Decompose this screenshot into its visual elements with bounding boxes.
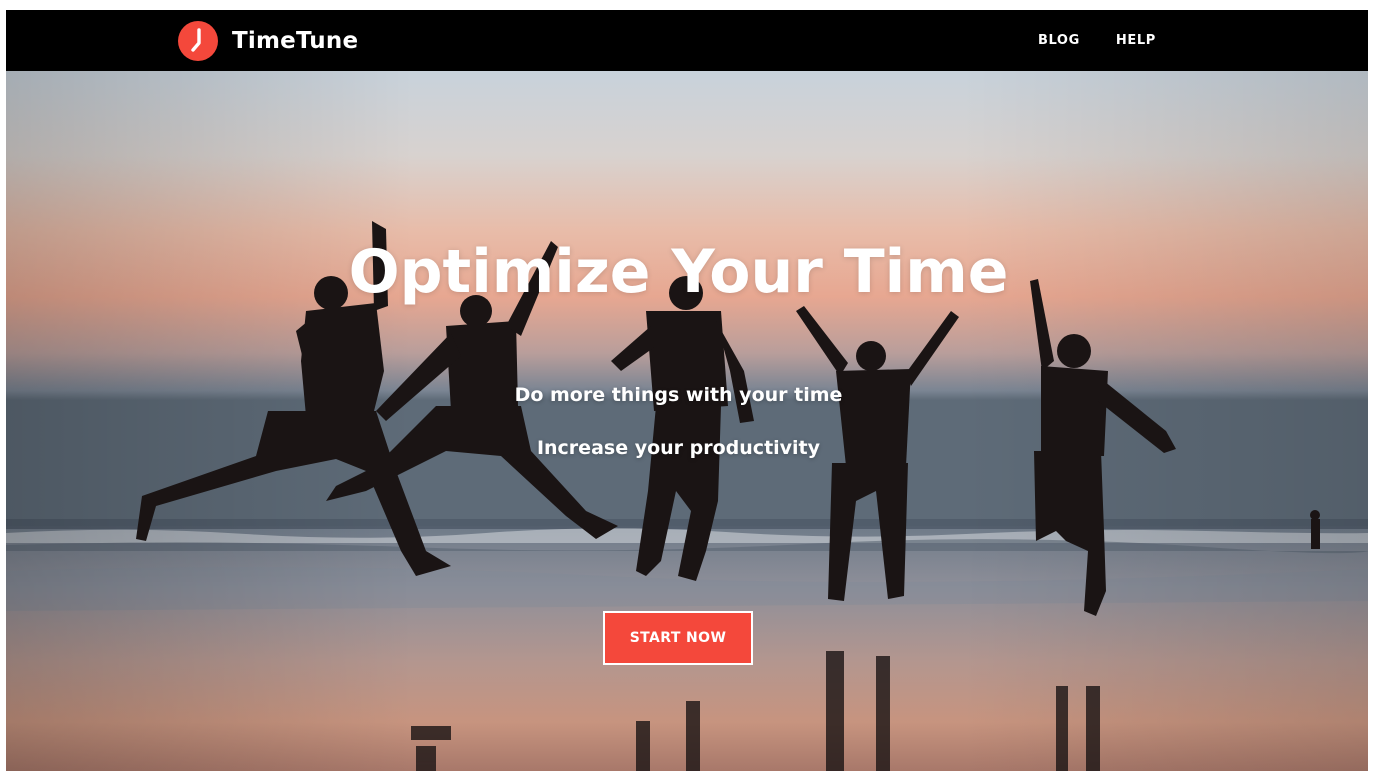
nav-link-help[interactable]: HELP <box>1116 33 1156 48</box>
clock-icon <box>178 21 218 61</box>
hero-subtitle-2: Increase your productivity <box>536 437 821 459</box>
top-navbar: TimeTune BLOG HELP <box>6 10 1368 71</box>
nav-link-blog[interactable]: BLOG <box>1038 33 1080 48</box>
brand[interactable]: TimeTune <box>178 21 358 61</box>
start-now-button[interactable]: START NOW <box>603 611 753 665</box>
brand-name: TimeTune <box>232 28 359 54</box>
hero-background-image <box>6 71 1368 771</box>
hero-title: Optimize Your Time <box>348 237 1009 307</box>
nav-links: BLOG HELP <box>1038 10 1192 71</box>
hero-section: Optimize Your Time Do more things with y… <box>6 71 1368 771</box>
page-frame: TimeTune BLOG HELP Optimize Your Time Do… <box>6 10 1368 771</box>
hero-subtitle-1: Do more things with your time <box>514 384 843 406</box>
